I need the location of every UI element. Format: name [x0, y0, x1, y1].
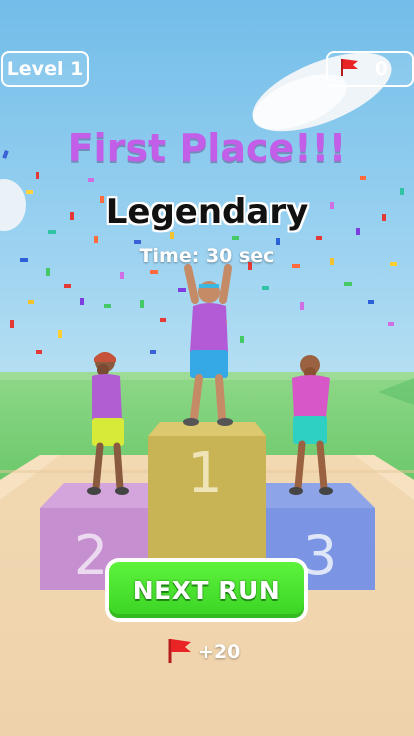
next-run-button[interactable]: NEXT RUN [105, 558, 308, 622]
svg-text:2: 2 [74, 524, 108, 587]
podium-first: 1 [148, 422, 266, 564]
level-indicator: Level 1 [1, 51, 89, 87]
game-scene: 2 3 1 [0, 0, 414, 736]
reward-amount: +20 [198, 641, 241, 663]
svg-text:1: 1 [187, 441, 223, 506]
flag-count: 0 [374, 58, 388, 80]
result-headline: First Place!!! [67, 126, 347, 170]
red-flag-icon [164, 635, 194, 670]
next-run-button-face[interactable]: NEXT RUN [109, 562, 304, 618]
flag-reward: +20 [164, 637, 240, 667]
rank-title: Legendary [105, 192, 309, 232]
flag-counter: 0 [326, 51, 414, 87]
level-label: Level 1 [6, 58, 84, 80]
next-run-label: NEXT RUN [132, 575, 281, 605]
finish-time: Time: 30 sec [139, 245, 275, 267]
red-flag-icon [338, 57, 360, 82]
